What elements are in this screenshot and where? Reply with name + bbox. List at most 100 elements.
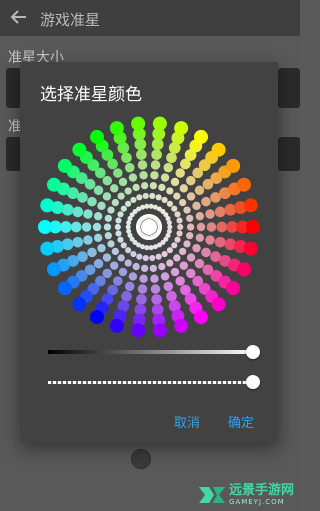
color-dot[interactable] — [194, 185, 205, 196]
color-dot[interactable] — [214, 206, 226, 218]
brightness-slider[interactable] — [48, 345, 260, 359]
color-dot[interactable] — [131, 116, 146, 131]
color-dot[interactable] — [243, 241, 258, 256]
color-dot[interactable] — [186, 253, 196, 262]
color-dot[interactable] — [109, 121, 124, 136]
color-dot[interactable] — [121, 152, 132, 164]
color-dot[interactable] — [104, 232, 112, 240]
color-dot[interactable] — [136, 194, 143, 201]
color-dot[interactable] — [93, 258, 104, 269]
cancel-button[interactable]: 取消 — [174, 412, 200, 431]
color-dot[interactable] — [160, 173, 170, 182]
color-dot[interactable] — [87, 196, 97, 207]
color-dot[interactable] — [194, 258, 205, 269]
color-dot[interactable] — [152, 116, 167, 131]
color-dot[interactable] — [148, 245, 154, 251]
color-dot[interactable] — [174, 236, 181, 243]
color-dot[interactable] — [113, 276, 123, 286]
back-arrow-icon[interactable] — [10, 8, 28, 26]
color-dot[interactable] — [136, 149, 147, 160]
color-dot[interactable] — [57, 281, 72, 296]
color-dot[interactable] — [186, 214, 194, 222]
color-dot[interactable] — [201, 247, 211, 258]
color-dot[interactable] — [150, 171, 159, 180]
color-dot[interactable] — [166, 247, 173, 254]
color-dot[interactable] — [117, 236, 124, 243]
color-dot[interactable] — [125, 247, 132, 254]
color-dot[interactable] — [158, 262, 166, 271]
color-dot[interactable] — [111, 247, 119, 256]
color-dot[interactable] — [40, 198, 55, 213]
color-dot[interactable] — [237, 262, 252, 277]
color-dot[interactable] — [130, 196, 137, 204]
color-dot[interactable] — [136, 253, 143, 260]
selected-color-dot[interactable] — [141, 219, 157, 235]
color-dot[interactable] — [72, 236, 84, 248]
color-dot[interactable] — [186, 232, 194, 240]
color-dot[interactable] — [115, 217, 122, 224]
color-dot[interactable] — [195, 233, 205, 243]
color-dot[interactable] — [144, 245, 150, 251]
color-dot[interactable] — [205, 209, 215, 219]
color-dot[interactable] — [166, 290, 177, 302]
color-dot[interactable] — [149, 181, 157, 190]
color-dot[interactable] — [87, 247, 97, 258]
brightness-slider-thumb[interactable] — [246, 345, 260, 359]
color-dot[interactable] — [185, 268, 196, 279]
color-dot[interactable] — [111, 198, 119, 207]
color-dot[interactable] — [118, 267, 128, 277]
color-dot[interactable] — [120, 205, 127, 212]
color-dot[interactable] — [214, 236, 226, 248]
color-dot[interactable] — [102, 268, 113, 279]
color-dot[interactable] — [192, 201, 201, 211]
color-dot[interactable] — [170, 267, 180, 277]
color-dot[interactable] — [171, 242, 178, 249]
color-dot[interactable] — [102, 192, 112, 201]
color-dot[interactable] — [144, 203, 150, 209]
color-dot[interactable] — [175, 276, 185, 286]
color-dot[interactable] — [176, 230, 183, 237]
color-dot[interactable] — [104, 214, 112, 222]
color-dot[interactable] — [167, 224, 173, 230]
color-dot[interactable] — [226, 158, 241, 173]
color-dot[interactable] — [128, 272, 138, 281]
color-dot[interactable] — [194, 310, 208, 325]
color-dot[interactable] — [179, 261, 188, 270]
color-dot[interactable] — [163, 281, 174, 292]
color-dot[interactable] — [90, 129, 104, 144]
color-dot[interactable] — [139, 171, 148, 180]
color-dot[interactable] — [161, 250, 168, 258]
color-dot[interactable] — [130, 250, 137, 258]
color-dot[interactable] — [125, 200, 132, 207]
color-dot[interactable] — [137, 284, 148, 294]
color-dot[interactable] — [160, 272, 170, 281]
color-dot[interactable] — [179, 247, 187, 256]
color-dot[interactable] — [243, 198, 258, 213]
color-dot[interactable] — [114, 223, 121, 231]
color-dot[interactable] — [124, 259, 132, 267]
color-dot[interactable] — [131, 323, 146, 338]
color-dot[interactable] — [183, 240, 191, 248]
color-dot[interactable] — [46, 177, 61, 192]
color-dot[interactable] — [206, 222, 217, 232]
color-dot[interactable] — [124, 281, 135, 292]
color-dot[interactable] — [83, 235, 93, 245]
color-dot[interactable] — [142, 192, 149, 200]
color-dot[interactable] — [163, 162, 174, 173]
color-dot[interactable] — [120, 242, 127, 249]
color-dot[interactable] — [237, 177, 252, 192]
color-dot[interactable] — [110, 184, 119, 193]
color-dot[interactable] — [150, 160, 161, 170]
color-dot[interactable] — [201, 196, 211, 207]
color-dot[interactable] — [136, 294, 147, 305]
color-dot[interactable] — [176, 217, 183, 224]
color-dot[interactable] — [151, 294, 162, 305]
color-dot[interactable] — [141, 264, 149, 273]
color-dot[interactable] — [226, 281, 241, 296]
color-dot[interactable] — [113, 168, 123, 178]
color-dot[interactable] — [171, 205, 178, 212]
color-dot[interactable] — [175, 168, 185, 178]
color-dot[interactable] — [148, 203, 154, 209]
color-dot[interactable] — [121, 290, 132, 302]
color-dot[interactable] — [174, 211, 181, 218]
